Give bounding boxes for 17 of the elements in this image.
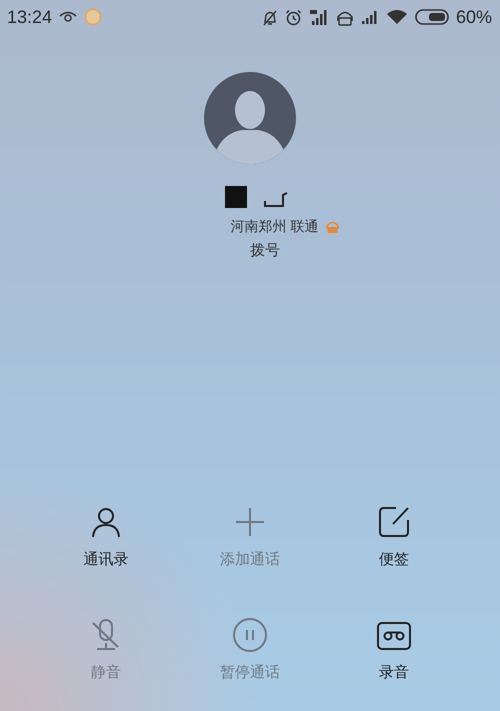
battery-icon <box>414 9 449 25</box>
battery-percent: 60% <box>456 6 492 28</box>
status-time: 13:24 <box>7 6 52 28</box>
call-action-button[interactable]: 便签 <box>376 504 412 569</box>
signal-icon <box>360 10 379 24</box>
pause-circle-icon <box>232 617 268 653</box>
alarm-icon <box>284 8 302 26</box>
call-action-button[interactable]: 通讯录 <box>84 504 128 569</box>
wifi-icon <box>386 9 408 25</box>
note-edit-icon <box>376 504 412 540</box>
signal-icon <box>308 8 329 26</box>
call-action-button[interactable]: 录音 <box>376 617 412 682</box>
call-status: 拨号 <box>250 241 280 259</box>
caller-location: 河南郑州 联通 <box>230 218 319 236</box>
bell-muted-icon <box>262 8 278 26</box>
eye-icon <box>59 11 78 23</box>
redaction-block <box>225 186 247 208</box>
